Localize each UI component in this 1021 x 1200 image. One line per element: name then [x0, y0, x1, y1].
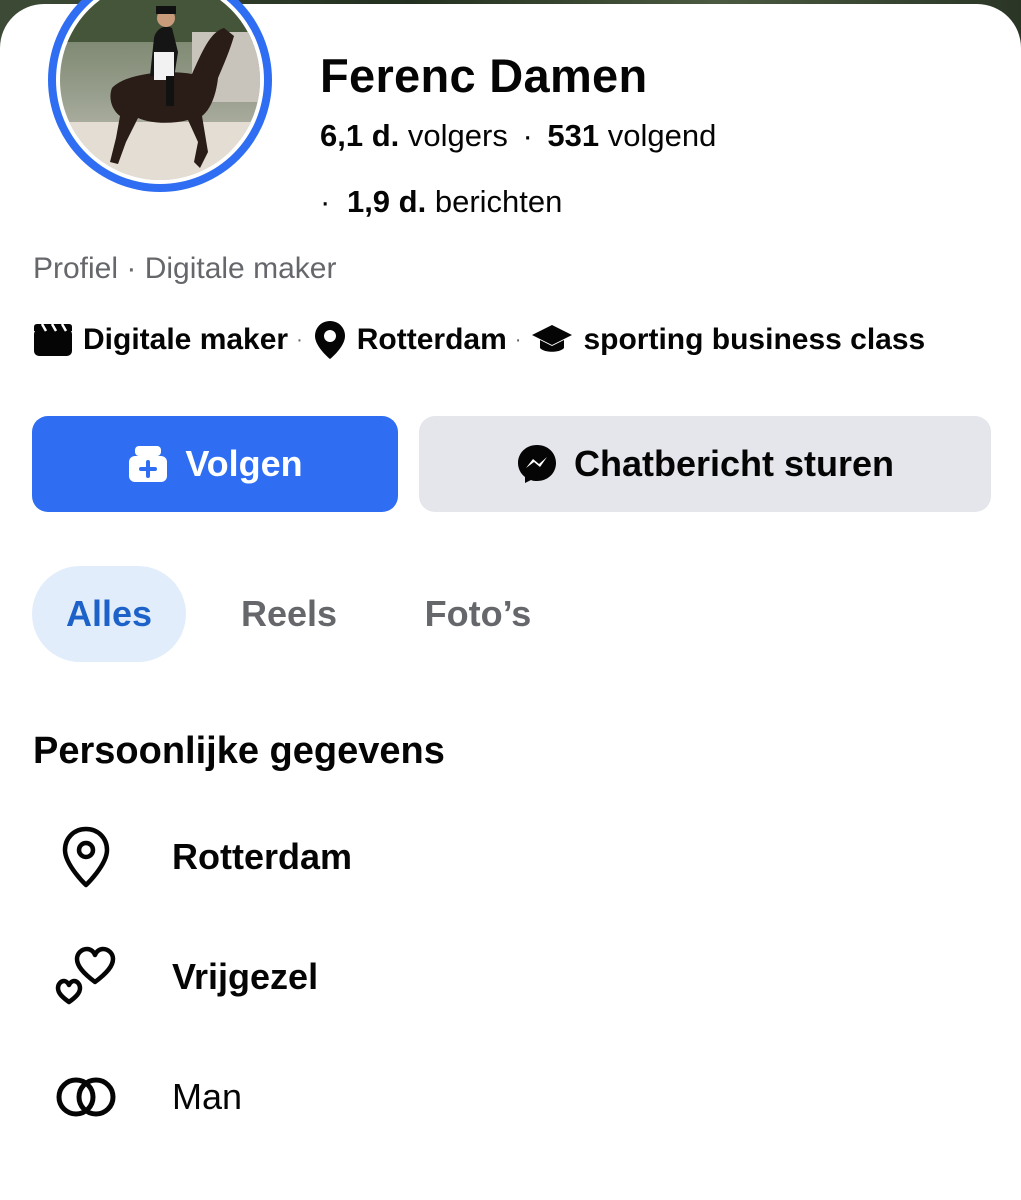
- hearts-icon: [50, 942, 122, 1012]
- education-text: sporting business class: [583, 323, 926, 356]
- detail-relationship-text: Vrijgezel: [172, 956, 319, 997]
- tab-fotos[interactable]: Foto’s: [404, 566, 552, 662]
- intro-row: Digitale maker · Rotterdam · sporting bu…: [33, 320, 925, 360]
- info-dot: ·: [296, 328, 303, 351]
- tab-reels[interactable]: Reels: [222, 566, 356, 662]
- section-title: Persoonlijke gegevens: [33, 730, 445, 772]
- followers-label[interactable]: volgers: [408, 118, 508, 153]
- messenger-icon: [516, 443, 558, 485]
- clapperboard-icon: [33, 323, 73, 357]
- tab-alles[interactable]: Alles: [32, 566, 186, 662]
- posts-count: 1,9 d.: [346, 184, 427, 219]
- detail-relationship: Vrijgezel: [50, 942, 650, 1012]
- detail-gender: Man: [50, 1062, 650, 1132]
- posts-separator: ·: [320, 184, 331, 219]
- follow-button-label: Volgen: [185, 443, 303, 484]
- following-label[interactable]: volgend: [608, 118, 717, 153]
- detail-location-text: Rotterdam: [172, 836, 353, 877]
- profile-meta: Profiel · Digitale maker: [33, 252, 337, 285]
- follow-person-plus-icon: [127, 444, 169, 484]
- profile-avatar[interactable]: [42, 0, 278, 198]
- message-button-label: Chatbericht sturen: [573, 443, 895, 484]
- detail-gender-text: Man: [172, 1076, 243, 1117]
- detail-location: Rotterdam: [50, 822, 650, 892]
- posts-label: berichten: [434, 184, 563, 219]
- followers-count[interactable]: 6,1 d.: [320, 118, 399, 153]
- profile-name: Ferenc Damen: [320, 49, 648, 102]
- following-count[interactable]: 531: [547, 118, 599, 153]
- stats-separator: ·: [522, 118, 533, 153]
- location-pin-icon: [313, 320, 347, 360]
- follow-button[interactable]: Volgen: [32, 416, 398, 512]
- profile-card: Ferenc Damen 6,1 d. volgers · 531 volgen…: [0, 0, 1021, 1200]
- location-text: Rotterdam: [356, 323, 507, 356]
- location-outline-icon: [50, 822, 122, 892]
- message-button[interactable]: Chatbericht sturen: [419, 416, 991, 512]
- info-dot: ·: [514, 328, 522, 351]
- posts-stats: · 1,9 d. berichten: [320, 184, 562, 220]
- follow-stats: 6,1 d. volgers · 531 volgend: [320, 118, 716, 154]
- gender-rings-icon: [50, 1062, 122, 1132]
- graduation-cap-icon: [531, 323, 573, 357]
- category-text: Digitale maker: [83, 323, 289, 356]
